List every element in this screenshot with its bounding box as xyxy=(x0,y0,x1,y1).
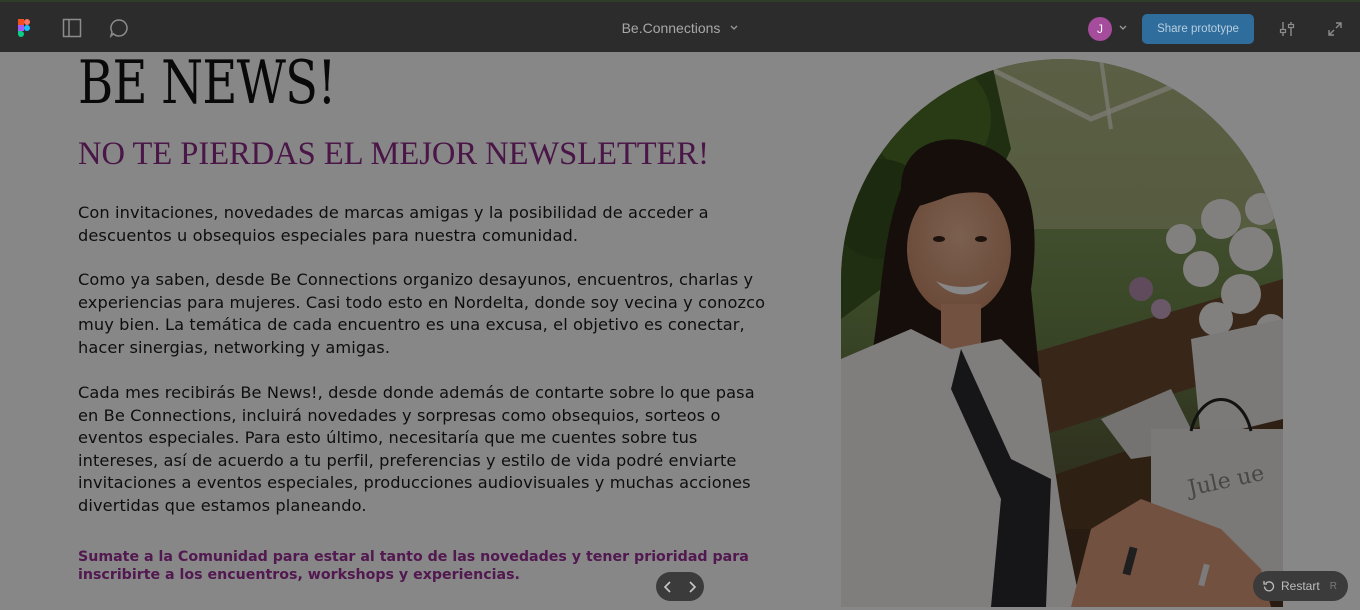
about-paragraph: Como ya saben, desde Be Connections orga… xyxy=(78,270,766,357)
figma-toolbar: Be.Connections J Share prototype xyxy=(0,0,1360,52)
share-prototype-button[interactable]: Share prototype xyxy=(1142,14,1254,44)
comment-icon[interactable] xyxy=(106,16,132,40)
page-headline: BE NEWS! xyxy=(78,52,337,118)
prototype-navigation xyxy=(656,572,704,601)
page-subheadline: NO TE PIERDAS EL MEJOR NEWSLETTER! xyxy=(78,136,710,172)
file-title-menu[interactable]: Be.Connections xyxy=(600,16,760,40)
chevron-right-icon[interactable] xyxy=(682,577,702,597)
restart-label: Restart xyxy=(1281,579,1320,593)
sidebar-toggle-icon[interactable] xyxy=(60,16,84,40)
newsletter-paragraph: Cada mes recibirás Be News!, desde donde… xyxy=(78,383,755,515)
restart-button[interactable]: Restart R xyxy=(1253,571,1348,601)
settings-sliders-icon[interactable] xyxy=(1276,18,1298,40)
restart-shortcut: R xyxy=(1329,580,1337,592)
portrait-photo: Jule ue xyxy=(841,59,1283,607)
avatar-chevron-down-icon[interactable] xyxy=(1117,22,1129,34)
user-avatar[interactable]: J xyxy=(1088,17,1112,41)
restart-icon xyxy=(1263,581,1275,592)
chevron-down-icon xyxy=(730,25,738,30)
file-title: Be.Connections xyxy=(621,20,721,36)
expand-icon[interactable] xyxy=(1324,18,1346,40)
figma-logo-icon[interactable] xyxy=(15,18,33,38)
intro-paragraph: Con invitaciones, novedades de marcas am… xyxy=(78,203,709,245)
prototype-frame: BE NEWS! NO TE PIERDAS EL MEJOR NEWSLETT… xyxy=(0,52,1360,610)
chevron-left-icon[interactable] xyxy=(658,577,678,597)
